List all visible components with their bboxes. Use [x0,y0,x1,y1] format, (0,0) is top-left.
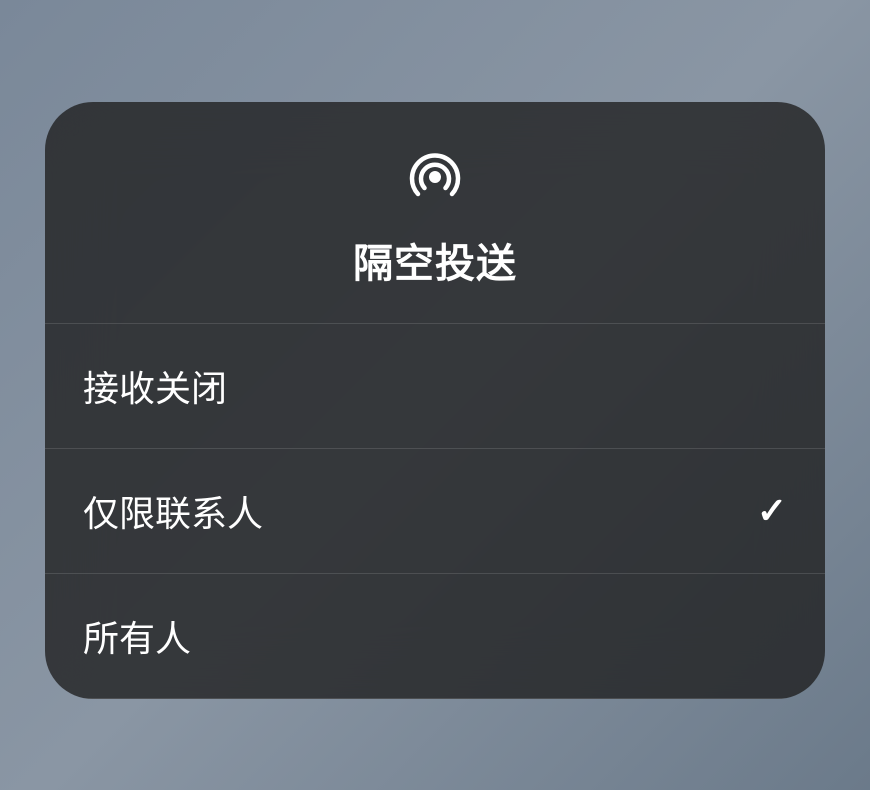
option-contacts-only[interactable]: 仅限联系人 ✓ [45,449,825,574]
panel-title: 隔空投送 [353,231,517,289]
airdrop-panel: 隔空投送 接收关闭 ✓ 仅限联系人 ✓ 所有人 ✓ [45,102,825,699]
option-receiving-off[interactable]: 接收关闭 ✓ [45,324,825,449]
option-label: 仅限联系人 [83,485,263,537]
checkmark-icon: ✓ [757,490,787,532]
option-label: 接收关闭 [83,360,227,412]
option-everyone[interactable]: 所有人 ✓ [45,574,825,699]
option-label: 所有人 [83,610,191,662]
airdrop-icon [404,144,466,211]
panel-header: 隔空投送 [45,102,825,324]
